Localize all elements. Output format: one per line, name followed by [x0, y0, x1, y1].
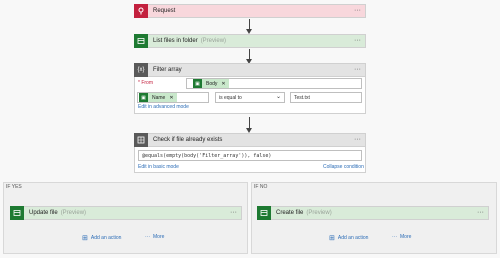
ellipsis-icon: ··· [392, 234, 397, 240]
update-file-more-icon[interactable]: ··· [230, 209, 237, 216]
operator-value: is equal to [219, 95, 242, 101]
request-title: Request [153, 8, 176, 14]
value-input[interactable]: Test.txt [290, 92, 362, 103]
edit-advanced-link[interactable]: Edit in advanced mode [138, 104, 189, 110]
name-token[interactable]: ▣ Name ✕ [139, 93, 177, 102]
condition-icon [134, 132, 148, 147]
expression-input[interactable]: @equals(empty(body('Filter_array')), fal… [138, 150, 362, 161]
ellipsis-icon: ··· [145, 234, 150, 240]
more-label: More [400, 234, 412, 240]
request-icon [134, 3, 148, 18]
if-no-add-action-button[interactable]: ⊞ Add an action [329, 234, 368, 242]
expression-text: @equals(empty(body('Filter_array')), fal… [142, 153, 272, 159]
add-action-icon: ⊞ [329, 235, 335, 242]
collapse-condition-link[interactable]: Collapse condition [323, 164, 364, 170]
add-action-label: Add an action [90, 235, 122, 241]
if-no-label: IF NO [254, 184, 268, 190]
remove-token-icon[interactable]: ✕ [169, 95, 176, 101]
flow-arrow [246, 117, 252, 133]
if-yes-more-button[interactable]: ··· More [145, 234, 164, 240]
list-files-hint: (Preview) [200, 38, 227, 44]
if-yes-add-action-button[interactable]: ⊞ Add an action [82, 234, 121, 242]
from-label: * From [138, 80, 153, 86]
body-token[interactable]: ▣ Body ✕ [193, 79, 229, 88]
filter-title: Filter array [153, 67, 182, 73]
list-files-card[interactable]: List files in folder (Preview) ··· [134, 33, 366, 48]
body-token-label: Body [206, 80, 218, 87]
create-file-hint: (Preview) [306, 210, 332, 216]
update-file-hint: (Preview) [60, 210, 87, 216]
filter-more-icon[interactable]: ··· [354, 66, 361, 73]
filter-icon: {x} [134, 62, 148, 77]
create-file-card[interactable]: Create file (Preview) ··· [257, 205, 489, 220]
operator-select[interactable]: is equal to ⌄ [215, 92, 285, 103]
more-label: More [153, 234, 165, 240]
flow-arrow [246, 49, 252, 64]
sharepoint-icon [134, 33, 148, 48]
chevron-down-icon: ⌄ [275, 94, 281, 100]
condition-more-icon[interactable]: ··· [354, 136, 361, 143]
value-text: Test.txt [294, 95, 310, 101]
create-file-more-icon[interactable]: ··· [477, 209, 484, 216]
name-token-label: Name [152, 94, 166, 101]
if-yes-label: IF YES [6, 184, 22, 190]
sharepoint-icon [257, 205, 271, 220]
add-action-icon: ⊞ [82, 235, 88, 242]
if-no-more-button[interactable]: ··· More [392, 234, 411, 240]
condition-card[interactable]: Check if file already exists ··· [134, 132, 366, 147]
add-action-label: Add an action [337, 235, 369, 241]
condition-title: Check if file already exists [153, 137, 223, 143]
update-file-title: Update file [29, 210, 58, 216]
filter-array-card[interactable]: {x} Filter array ··· [134, 62, 366, 77]
list-files-more-icon[interactable]: ··· [354, 37, 361, 44]
edit-basic-link[interactable]: Edit in basic mode [138, 164, 179, 170]
request-more-icon[interactable]: ··· [354, 7, 361, 14]
request-card[interactable]: Request ··· [134, 3, 366, 18]
list-files-title: List files in folder [153, 38, 198, 44]
remove-token-icon[interactable]: ✕ [221, 81, 228, 87]
update-file-card[interactable]: Update file (Preview) ··· [10, 205, 242, 220]
sharepoint-icon [10, 205, 24, 220]
flow-arrow [246, 19, 252, 34]
sharepoint-icon: ▣ [139, 93, 148, 102]
create-file-title: Create file [276, 210, 304, 216]
sharepoint-icon: ▣ [193, 79, 202, 88]
